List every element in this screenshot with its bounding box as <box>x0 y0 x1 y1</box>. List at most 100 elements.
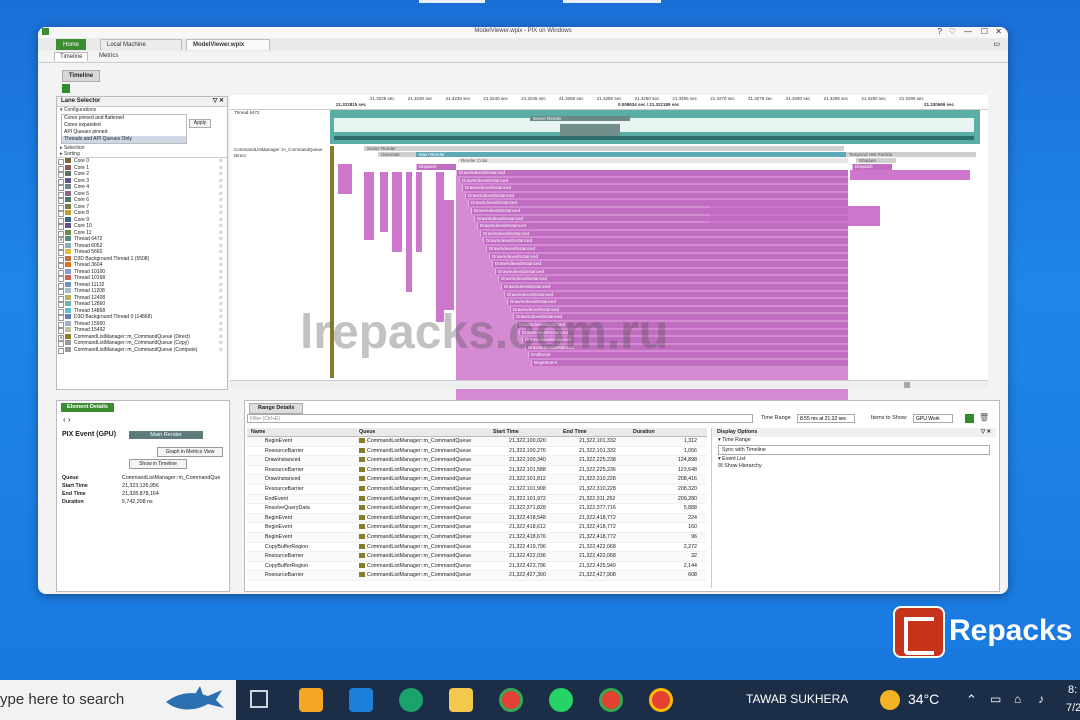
draw-event[interactable]: DrawIndexedInstanced <box>471 208 848 214</box>
draw-event[interactable]: DrawIndexedInstanced <box>498 276 848 282</box>
feedback-icon[interactable]: ♡ <box>949 27 956 36</box>
config-item[interactable]: API Queues pinned <box>62 129 186 136</box>
table-row[interactable]: DrawInstanced CommandListManager::m_Comma… <box>247 456 707 466</box>
timeline-hscrollbar[interactable] <box>230 380 988 389</box>
chevron-up-icon[interactable]: ⌃ <box>966 692 977 708</box>
tab-timeline[interactable]: Timeline <box>54 52 89 61</box>
config-item[interactable]: Threads and API Queues Only <box>62 136 186 143</box>
draw-event[interactable]: DrawIndexedInstanced <box>483 238 848 244</box>
restore-icon[interactable]: ▭ <box>993 40 1000 48</box>
table-row[interactable]: BeginEvent CommandListManager::m_CommandQ… <box>247 437 707 447</box>
delete-icon[interactable]: 🗑 <box>979 413 989 422</box>
draw-event[interactable]: DrawIndexedInstanced <box>507 299 848 305</box>
col-name[interactable]: Name <box>251 428 265 436</box>
tab-metrics[interactable]: Metrics <box>94 52 123 60</box>
clock-date[interactable]: 7/2 <box>1066 702 1080 714</box>
sync-select[interactable]: Sync with Timeline <box>718 445 990 455</box>
tab-local-machine[interactable]: Local Machine <box>100 39 182 50</box>
col-queue[interactable]: Queue <box>359 428 375 436</box>
time-range-section[interactable]: ▾ Time Range <box>712 437 996 444</box>
weather-icon[interactable] <box>880 690 900 710</box>
network-icon[interactable]: ⌂ <box>1014 692 1021 706</box>
graph-metrics-button[interactable]: Graph in Metrics View <box>157 447 223 457</box>
lane-checkbox[interactable] <box>58 347 64 354</box>
nav-arrows[interactable]: ‹ › <box>63 415 71 424</box>
edge-icon[interactable] <box>399 688 423 712</box>
col-duration[interactable]: Duration <box>633 428 655 436</box>
minimize-button[interactable]: — <box>964 27 972 36</box>
draw-event[interactable]: DrawIndexedInstanced <box>459 177 848 184</box>
pin-icon[interactable]: ⊘ <box>219 347 223 354</box>
table-row[interactable]: ResourceBarrier CommandListManager::m_Com… <box>247 571 707 581</box>
range-details-tab[interactable]: Range Details <box>249 403 304 414</box>
time-ruler[interactable]: 21.3225 sec 21.3230 sec 21.3235 sec 21.3240… <box>230 95 988 110</box>
col-start[interactable]: Start Time <box>493 428 519 436</box>
tab-home[interactable]: Home <box>56 39 87 50</box>
maximize-button[interactable]: ☐ <box>981 27 988 36</box>
back-icon[interactable]: ‹ <box>63 415 66 424</box>
apply-button[interactable]: Apply <box>189 119 211 128</box>
draw-event[interactable]: BeginEvent <box>531 360 848 366</box>
table-row[interactable]: ResourceBarrier CommandListManager::m_Com… <box>247 552 707 562</box>
chrome-icon[interactable] <box>499 688 523 712</box>
main-render-event[interactable]: Main Render <box>416 152 846 157</box>
chrome-icon[interactable] <box>599 688 623 712</box>
table-row[interactable]: ResourceBarrier CommandListManager::m_Com… <box>247 485 707 495</box>
store-icon[interactable] <box>299 688 323 712</box>
draw-event[interactable]: DrawIndexedInstanced <box>501 284 848 290</box>
filter-input[interactable]: Filter (Ctrl+E) <box>247 414 753 423</box>
draw-event[interactable]: DrawIndexedInstanced <box>486 246 848 252</box>
draw-event[interactable]: DrawIndexedInstanced <box>468 200 848 206</box>
mail-icon[interactable] <box>349 688 373 712</box>
draw-event[interactable]: DrawIndexedInstanced <box>462 185 848 191</box>
clock-time[interactable]: 8: <box>1068 684 1077 696</box>
capture-icon[interactable] <box>62 84 70 93</box>
taskbar-search[interactable]: ype here to search <box>0 680 236 720</box>
close-icon[interactable]: ▽ ✕ <box>213 97 224 106</box>
temporal-event[interactable]: Temporal HW Particle <box>846 152 976 157</box>
config-item[interactable]: Cores pinned and flattened <box>62 115 186 122</box>
event-list-section[interactable]: ▾ Event List <box>712 456 996 463</box>
render-color-event[interactable]: Render Color <box>458 158 848 163</box>
items-to-show-select[interactable]: GPU Work <box>913 414 953 423</box>
draw-event[interactable]: DrawIndexedInstanced <box>492 261 848 267</box>
task-view-icon[interactable] <box>250 690 268 708</box>
config-item[interactable]: Cores expanded <box>62 122 186 129</box>
show-in-timeline-button[interactable]: Show in Timeline <box>129 459 187 469</box>
draw-event[interactable]: DrawIndexedInstanced <box>489 253 848 260</box>
configurations-label[interactable]: ▾ Configurations <box>57 107 227 113</box>
tab-modelviewer[interactable]: ModelViewer.wpix <box>186 39 270 50</box>
table-row[interactable]: EndEvent CommandListManager::m_CommandQue… <box>247 494 707 505</box>
draw-event[interactable]: DrawIndexedInstanced <box>465 192 848 199</box>
dispatch-event[interactable]: Dispatch <box>416 164 456 170</box>
table-row[interactable]: BeginEvent CommandListManager::m_CommandQ… <box>247 513 707 524</box>
sharpen-event[interactable]: Sharpen <box>856 158 896 163</box>
temperature[interactable]: 34°C <box>908 691 939 707</box>
forward-icon[interactable]: › <box>68 415 71 424</box>
close-icon[interactable]: ▽ ✕ <box>981 428 991 437</box>
table-row[interactable]: ResolveQueryData CommandListManager::m_Co… <box>247 504 707 514</box>
volume-icon[interactable]: ♪ <box>1038 692 1044 706</box>
table-row[interactable]: ResourceBarrier CommandListManager::m_Com… <box>247 466 707 476</box>
show-hierarchy-checkbox[interactable]: ☒ Show Hierarchy <box>712 463 996 470</box>
table-row[interactable]: BeginEvent CommandListManager::m_CommandQ… <box>247 523 707 533</box>
draw-event[interactable]: DrawIndexedInstanced <box>480 230 848 237</box>
table-row[interactable]: BeginEvent CommandListManager::m_CommandQ… <box>247 532 707 543</box>
lane-item[interactable]: CommandListManager::m_CommandQueue (Comp… <box>57 347 227 354</box>
file-explorer-icon[interactable] <box>449 688 473 712</box>
scene-render-event[interactable]: Scene Render <box>530 116 630 121</box>
draw-event[interactable]: DrawIndexedInstanced <box>495 268 848 275</box>
whatsapp-icon[interactable] <box>549 688 573 712</box>
help-icon[interactable]: ? <box>938 27 942 36</box>
time-range-field[interactable]: 8.55 ms at 21.32 sec <box>797 414 855 423</box>
table-row[interactable]: ResourceBarrier CommandListManager::m_Com… <box>247 447 707 457</box>
element-details-tab[interactable]: Element Details <box>61 403 114 412</box>
draw-event[interactable]: DrawIndexedInstanced <box>504 291 848 298</box>
table-row[interactable]: DrawInstanced CommandListManager::m_Comma… <box>247 475 707 485</box>
scene-render-event[interactable]: Scene Render <box>364 146 844 151</box>
scroll-thumb[interactable] <box>904 382 910 388</box>
battery-icon[interactable]: ▭ <box>990 692 1001 706</box>
grid-view-icon[interactable] <box>965 414 974 423</box>
table-row[interactable]: CopyBufferRegion CommandListManager::m_Co… <box>247 562 707 572</box>
chrome-icon[interactable] <box>649 688 673 712</box>
